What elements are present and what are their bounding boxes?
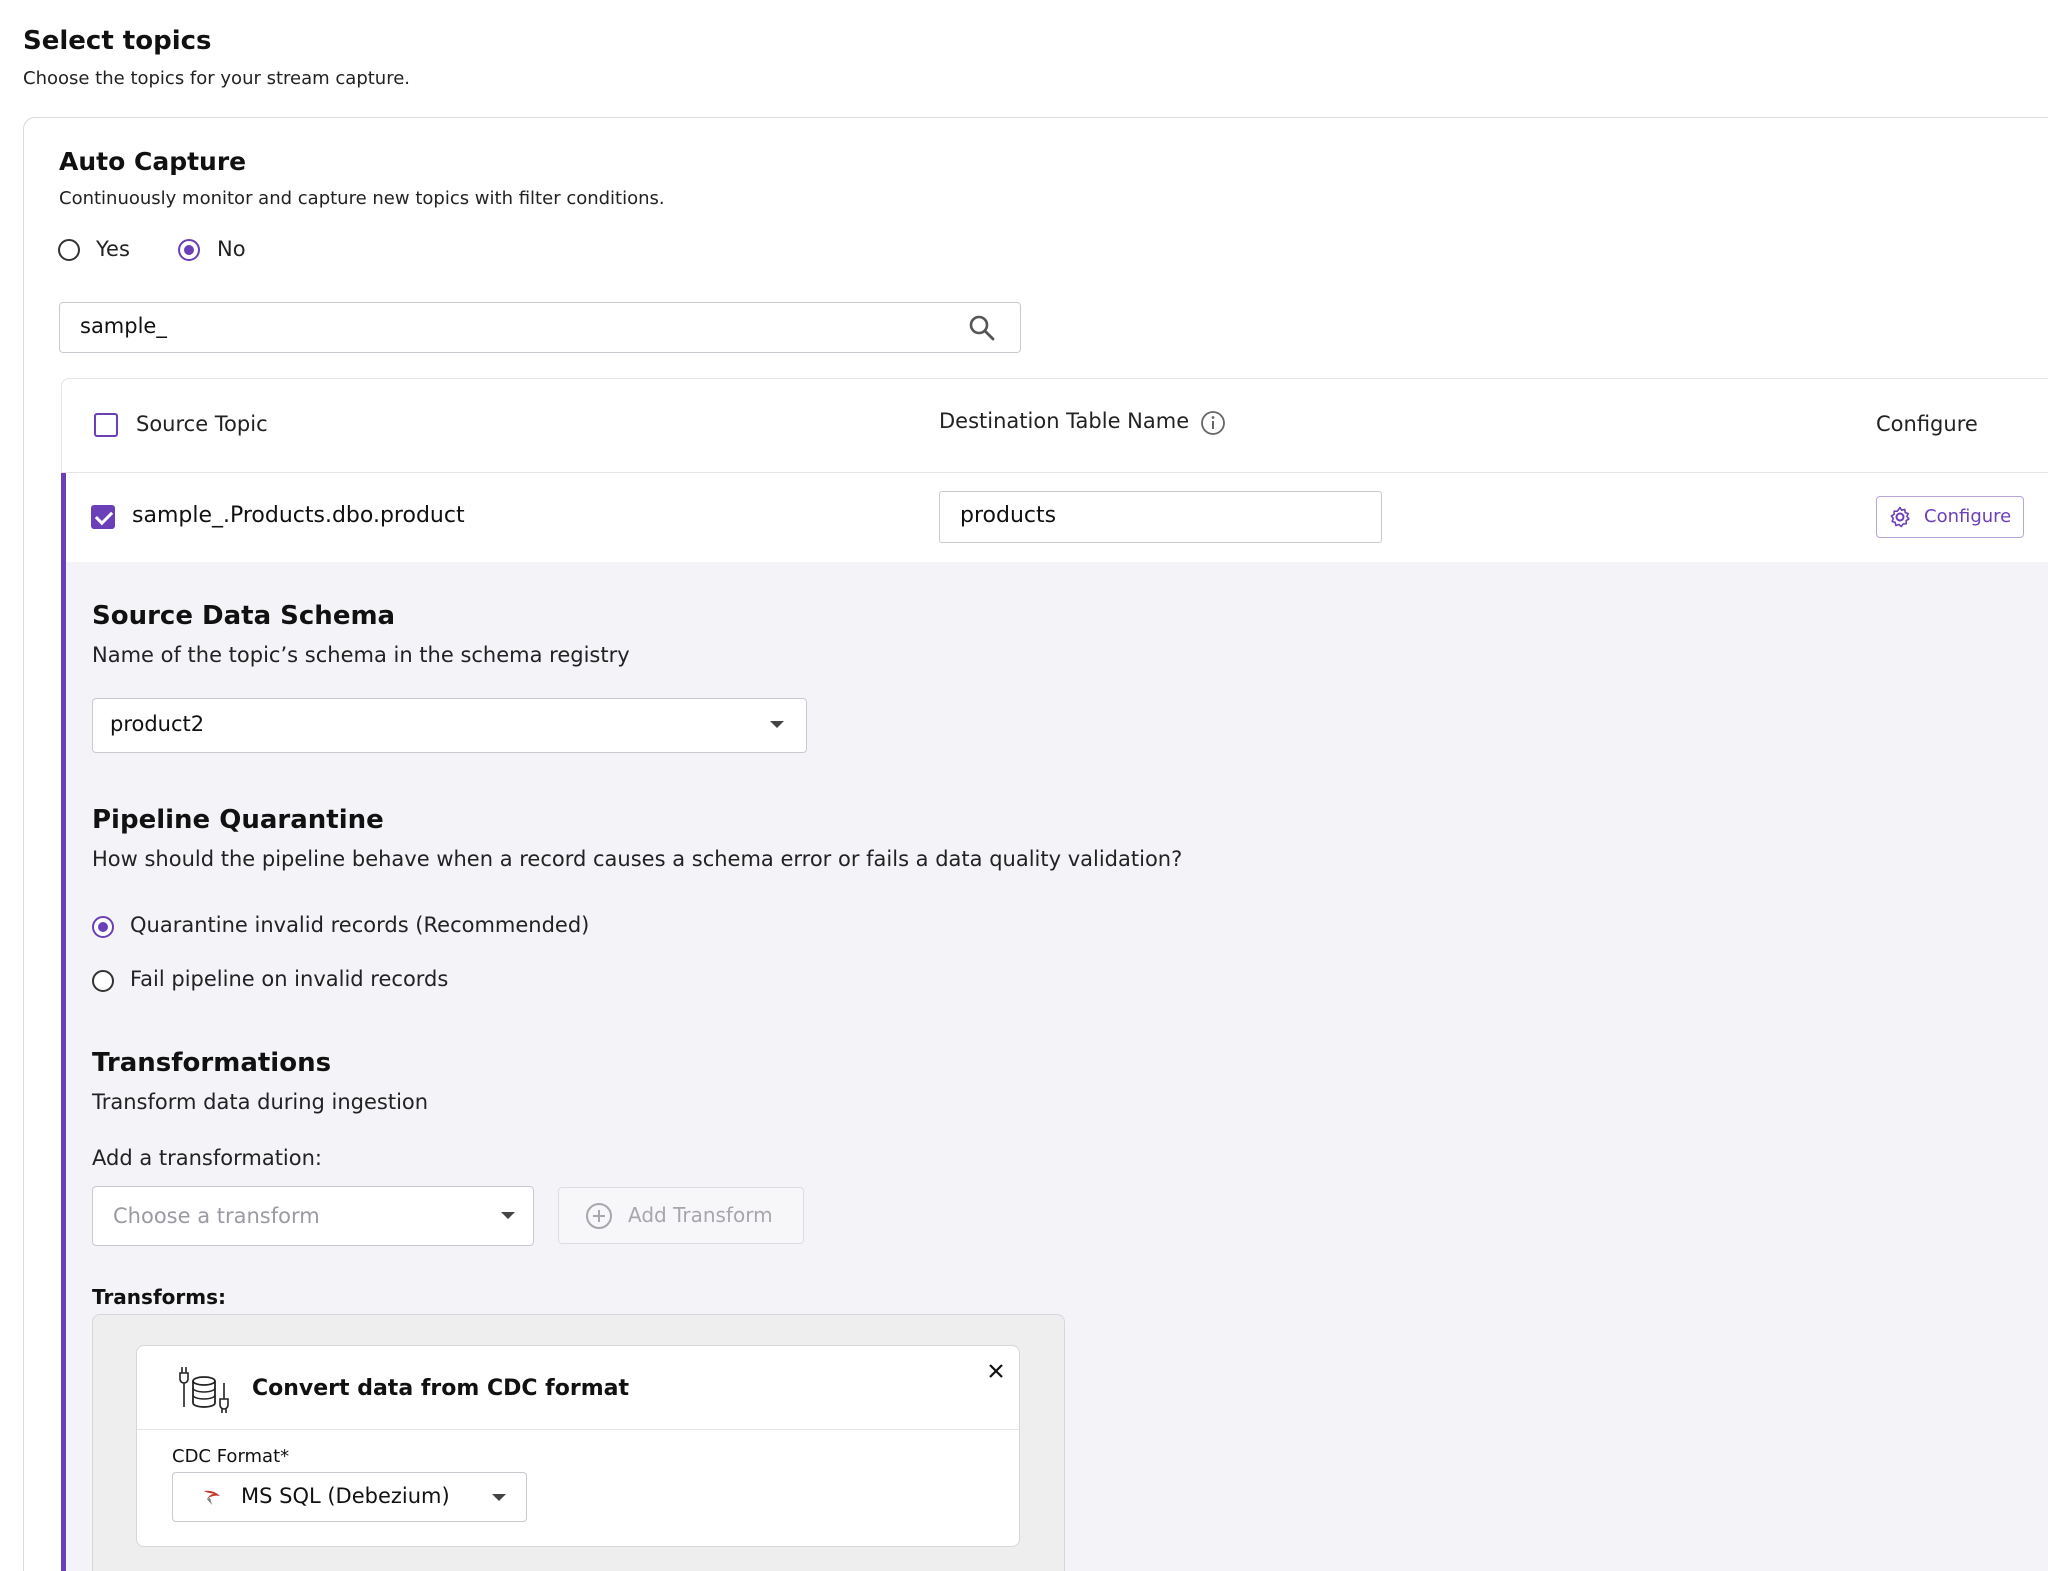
quarantine-section-title: Pipeline Quarantine [92,805,384,835]
info-icon[interactable] [1200,410,1226,436]
plus-circle-icon [586,1203,612,1229]
schema-section-title: Source Data Schema [92,601,396,631]
schema-section-subtitle: Name of the topic’s schema in the schema… [92,643,630,667]
source-topic-name: sample_.Products.dbo.product [132,503,465,528]
quarantine-section-subtitle: How should the pipeline behave when a re… [92,847,1183,871]
chevron-down-icon[interactable] [770,721,784,728]
close-icon[interactable] [987,1362,1005,1380]
transform-title: Convert data from CDC format [252,1376,629,1401]
page-title: Select topics [23,26,212,56]
page-subtitle: Choose the topics for your stream captur… [23,68,411,89]
quarantine-invalid-label[interactable]: Quarantine invalid records (Recommended) [130,913,589,937]
search-icon[interactable] [968,314,996,342]
column-header-source-topic[interactable]: Source Topic [136,412,268,436]
configure-button-label[interactable]: Configure [1924,506,2011,527]
transform-card-divider [137,1429,1019,1430]
auto-capture-yes-label[interactable]: Yes [96,237,130,261]
topic-search-value[interactable]: sample_ [80,314,167,338]
auto-capture-title: Auto Capture [59,147,247,176]
auto-capture-yes-radio[interactable] [58,239,80,261]
gear-icon[interactable] [1888,505,1912,529]
cdc-format-value[interactable]: MS SQL (Debezium) [241,1484,450,1508]
quarantine-invalid-radio[interactable] [92,916,114,938]
row-checkbox[interactable] [91,505,115,529]
transforms-list-label: Transforms: [92,1285,226,1309]
column-header-configure: Configure [1876,412,1978,436]
select-all-checkbox[interactable] [94,413,118,437]
add-transform-button-label[interactable]: Add Transform [628,1203,773,1227]
destination-table-value[interactable]: products [960,503,1056,528]
topic-search-input[interactable] [59,302,1021,353]
fail-pipeline-radio[interactable] [92,970,114,992]
transformations-section-title: Transformations [92,1048,332,1078]
auto-capture-no-label[interactable]: No [217,237,246,261]
transformations-section-subtitle: Transform data during ingestion [92,1090,429,1114]
auto-capture-subtitle: Continuously monitor and capture new top… [59,188,665,209]
schema-select-value[interactable]: product2 [110,712,204,736]
cdc-format-label: CDC Format* [172,1446,290,1467]
transform-select-placeholder[interactable]: Choose a transform [113,1204,320,1228]
chevron-down-icon[interactable] [501,1212,515,1219]
add-transformation-label: Add a transformation: [92,1146,322,1170]
mssql-icon [204,1490,220,1505]
column-header-destination-table: Destination Table Name [939,409,1190,433]
chevron-down-icon[interactable] [492,1494,506,1501]
database-plug-icon [179,1367,229,1413]
auto-capture-no-radio[interactable] [178,239,200,261]
fail-pipeline-label[interactable]: Fail pipeline on invalid records [130,967,448,991]
table-header-divider [62,472,2048,473]
